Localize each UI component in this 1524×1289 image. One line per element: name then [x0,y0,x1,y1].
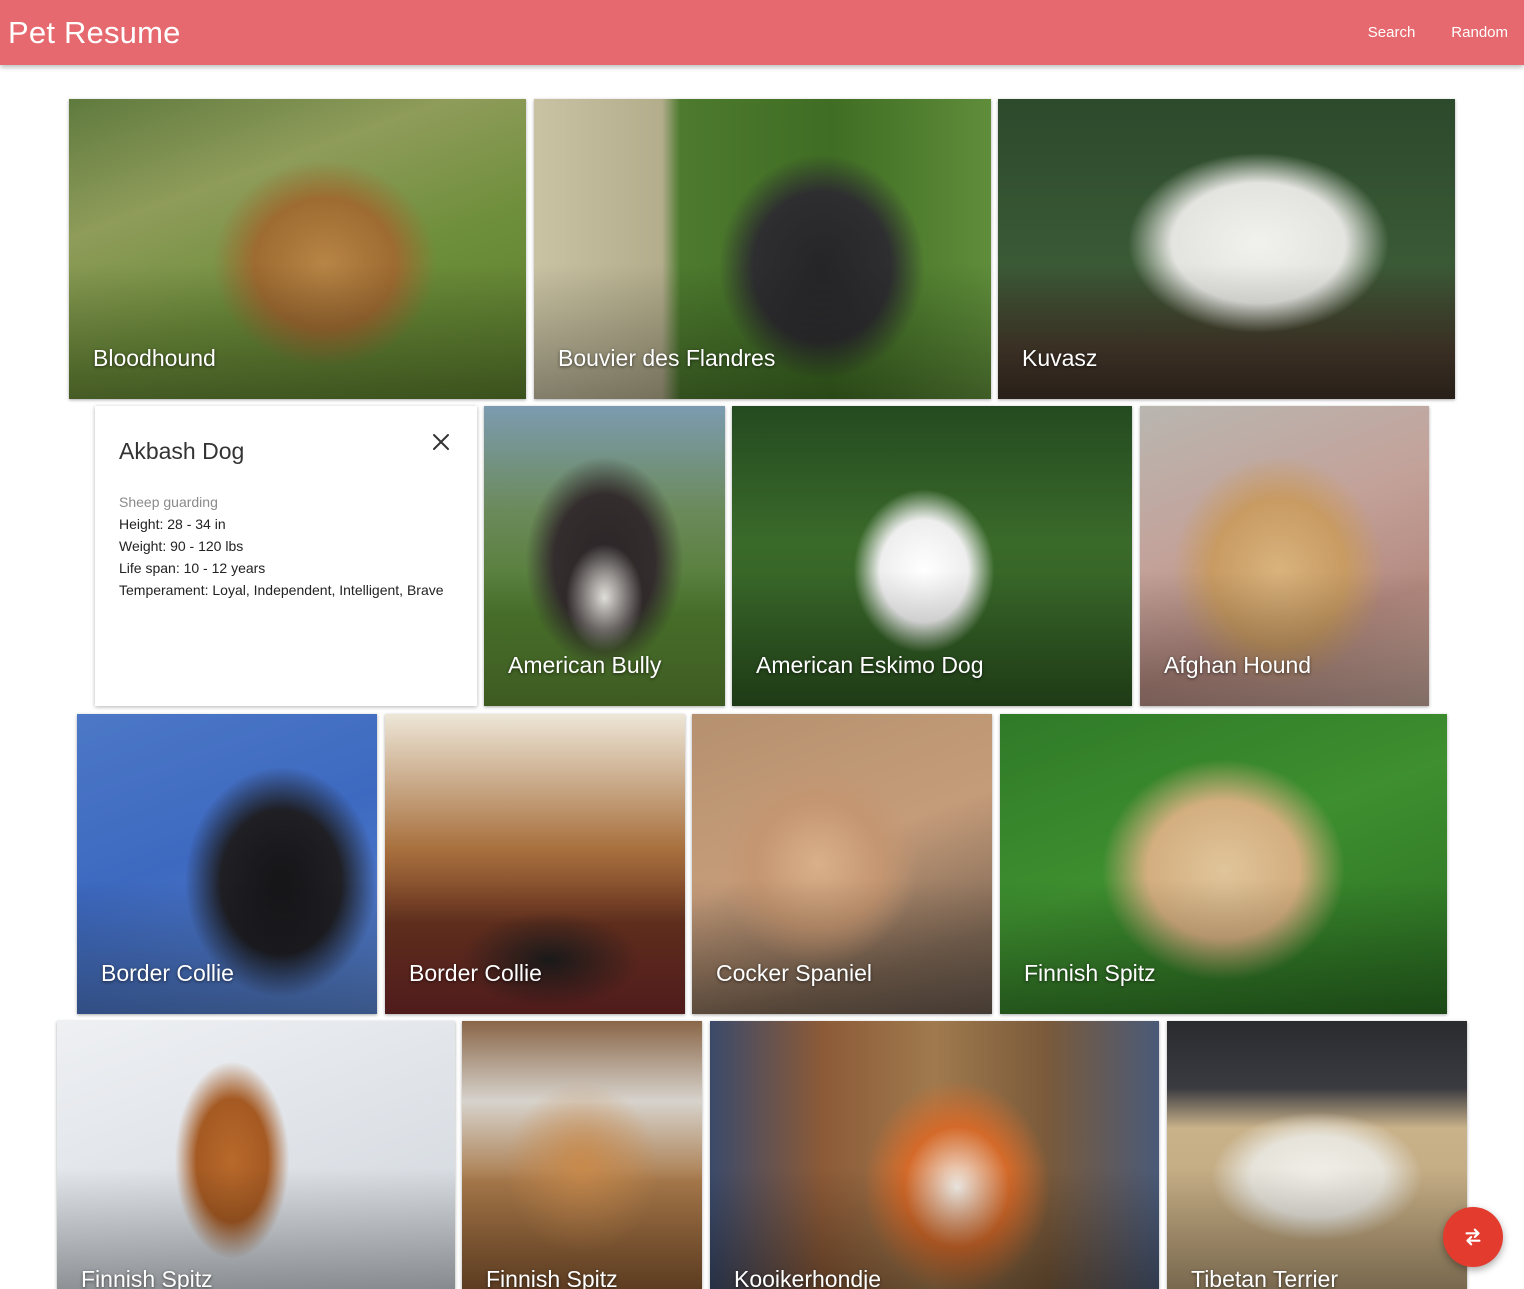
breed-tile-finnish-spitz-1[interactable]: Finnish Spitz [1000,714,1447,1014]
shuffle-fab-button[interactable] [1443,1207,1503,1267]
breed-tile-label: Border Collie [101,960,234,986]
app-bar: Pet Resume Search Random [0,0,1524,65]
detail-group: Sheep guarding [119,494,218,510]
breed-tile-cocker-spaniel[interactable]: Cocker Spaniel [692,714,992,1014]
breed-tile-label: Bloodhound [93,345,216,371]
close-icon[interactable] [431,432,451,452]
breed-tile-tibetan-terrier[interactable]: Tibetan Terrier [1167,1021,1467,1289]
breed-tile-finnish-spitz-3[interactable]: Finnish Spitz [462,1021,702,1289]
breed-tile-bloodhound[interactable]: Bloodhound [69,99,526,399]
random-link[interactable]: Random [1433,0,1508,65]
breed-tile-kuvasz[interactable]: Kuvasz [998,99,1455,399]
app-title[interactable]: Pet Resume [0,15,181,51]
breed-tile-label: Border Collie [409,960,542,986]
breed-tile-label: Afghan Hound [1164,652,1312,678]
top-nav: Search Random [1350,0,1524,65]
detail-life-span: Life span: 10 - 12 years [119,560,266,576]
breed-tile-label: American Bully [508,652,662,678]
detail-title: Akbash Dog [119,438,245,464]
breed-tile-label: American Eskimo Dog [756,652,984,678]
search-link[interactable]: Search [1350,0,1434,65]
breed-tile-border-collie-1[interactable]: Border Collie [77,714,377,1014]
breed-tile-label: Finnish Spitz [486,1266,618,1289]
breed-tile-label: Finnish Spitz [81,1266,213,1289]
breed-tile-label: Bouvier des Flandres [558,345,776,371]
breed-tile-bouvier[interactable]: Bouvier des Flandres [534,99,991,399]
breed-tile-border-collie-2[interactable]: Border Collie [385,714,685,1014]
breed-detail-card: Akbash Dog Sheep guarding Height: 28 - 3… [95,406,477,706]
breed-tile-label: Kuvasz [1022,345,1098,371]
detail-height: Height: 28 - 34 in [119,516,226,532]
breed-tile-afghan-hound[interactable]: Afghan Hound [1140,406,1429,706]
breed-tile-label: Kooikerhondje [734,1266,882,1289]
breed-tile-kooikerhondje[interactable]: Kooikerhondje [710,1021,1159,1289]
breed-tile-american-bully[interactable]: American Bully [484,406,725,706]
detail-weight: Weight: 90 - 120 lbs [119,538,244,554]
breed-tile-label: Cocker Spaniel [716,960,872,986]
breed-tile-label: Finnish Spitz [1024,960,1156,986]
swap-icon [1465,1228,1481,1246]
breed-grid: Bloodhound Bouvier des Flandres Kuvasz A… [0,0,1524,1289]
breed-tile-american-eskimo[interactable]: American Eskimo Dog [732,406,1132,706]
detail-temperament: Temperament: Loyal, Independent, Intelli… [119,582,444,598]
breed-tile-finnish-spitz-2[interactable]: Finnish Spitz [57,1021,455,1289]
breed-tile-label: Tibetan Terrier [1191,1266,1339,1289]
